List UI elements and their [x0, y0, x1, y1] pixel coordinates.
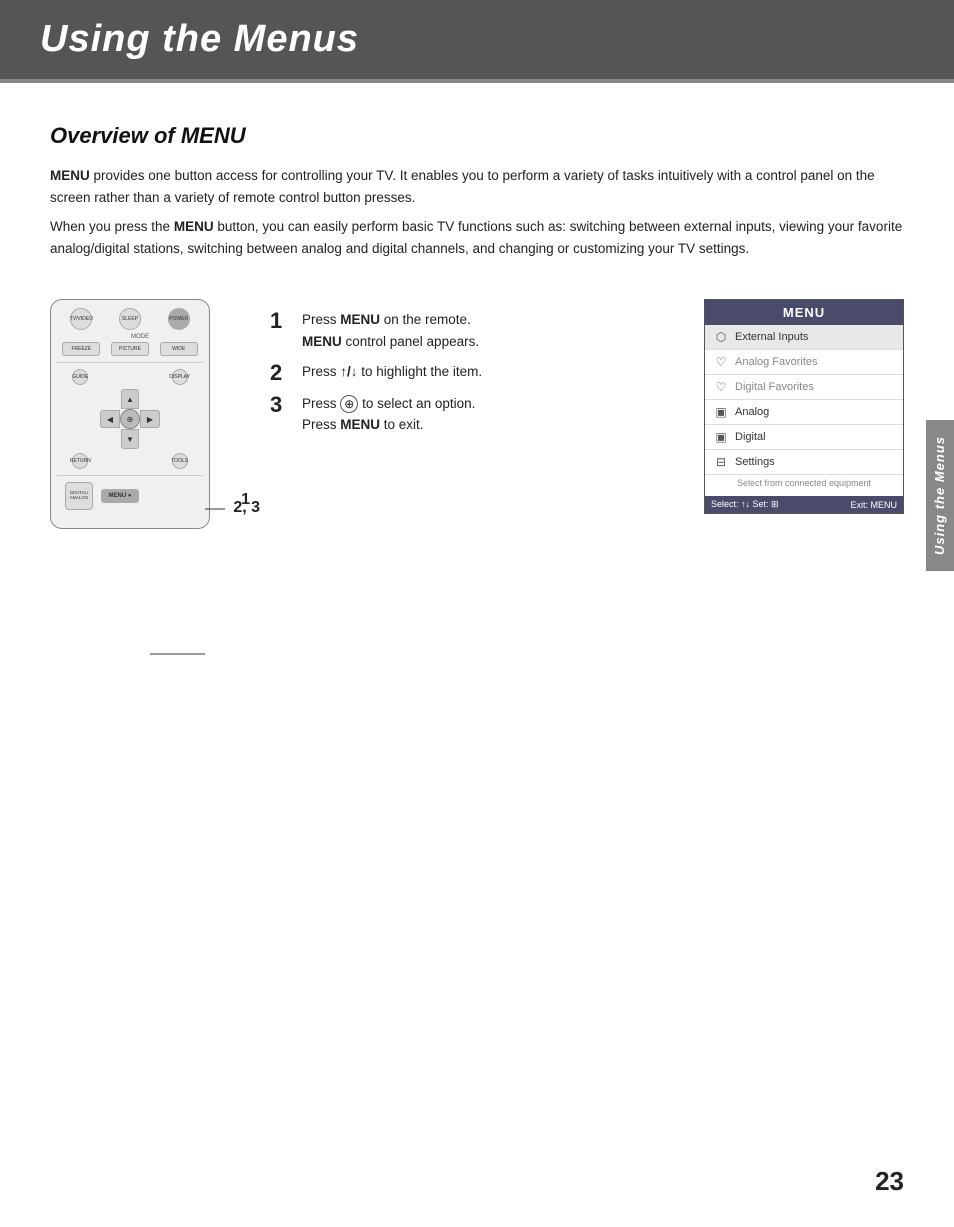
external-inputs-icon: ⬡: [713, 330, 729, 344]
mode-label-row: MODE: [57, 334, 203, 340]
page-number: 23: [875, 1166, 904, 1197]
menu-footer-exit: Exit: MENU: [850, 500, 897, 510]
digital-icon: ▣: [713, 430, 729, 444]
guide-btn: GUIDE: [72, 369, 88, 385]
digital-favorites-label: Digital Favorites: [735, 381, 814, 393]
analog-fav-icon: ♡: [713, 355, 729, 369]
picture-btn: PICTURE: [111, 342, 149, 356]
set-button-icon: ⊕: [340, 395, 358, 413]
body-paragraph-1: MENU provides one button access for cont…: [50, 165, 904, 208]
external-inputs-label: External Inputs: [735, 331, 808, 343]
dpad-center: ⊕: [120, 409, 140, 429]
menu-keyword-1: MENU: [50, 168, 90, 183]
settings-icon: ⊟: [713, 455, 729, 469]
step-2: 2 Press ↑/↓ to highlight the item.: [270, 361, 684, 385]
dpad-right: ▶: [140, 410, 160, 428]
digital-fav-icon: ♡: [713, 380, 729, 394]
menu-keyword-2: MENU: [174, 219, 214, 234]
remote-row-1: TV/VIDEO SLEEP POWER: [57, 308, 203, 330]
main-content: Overview of MENU MENU provides one butto…: [0, 83, 954, 569]
freeze-btn: FREEZE: [62, 342, 100, 356]
menu-item-digital: ▣ Digital: [705, 425, 903, 450]
section-title: Overview of MENU: [50, 123, 904, 149]
menu-panel-header: MENU: [705, 300, 903, 325]
digital-analog-btn: DIGITAL/ANALOG: [65, 482, 93, 510]
step-2-number: 2: [270, 361, 292, 385]
diagram-area: TV/VIDEO SLEEP POWER MODE FREEZE: [50, 299, 904, 529]
remote-divider: [57, 362, 203, 363]
remote-illustration: TV/VIDEO SLEEP POWER MODE FREEZE: [50, 299, 230, 529]
menu-item-settings: ⊟ Settings: [705, 450, 903, 475]
instructions-area: 1 Press MENU on the remote. MENU control…: [250, 299, 684, 444]
analog-favorites-label: Analog Favorites: [735, 356, 818, 368]
analog-icon: ▣: [713, 405, 729, 419]
digital-label: Digital: [735, 431, 766, 443]
step-1: 1 Press MENU on the remote. MENU control…: [270, 309, 684, 352]
menu-footer: Select: ↑↓ Set: ⊞ Exit: MENU: [705, 496, 903, 513]
remote-row-3: GUIDE DISPLAY: [57, 369, 203, 385]
menu-item-analog-favorites: ♡ Analog Favorites: [705, 350, 903, 375]
menu-item-analog: ▣ Analog: [705, 400, 903, 425]
body-paragraph-2: When you press the MENU button, you can …: [50, 216, 904, 259]
power-btn: POWER: [168, 308, 190, 330]
remote-divider-2: [57, 475, 203, 476]
dpad-down: ▼: [121, 429, 139, 449]
menu-btn: MENU ●: [101, 489, 139, 503]
menu-item-external-inputs: ⬡ External Inputs: [705, 325, 903, 350]
remote-row-5: RETURN TOOLS: [57, 453, 203, 469]
callout-1: 1: [241, 491, 250, 509]
settings-label: Settings: [735, 456, 775, 468]
menu-footer-select: Select: ↑↓ Set: ⊞: [711, 499, 779, 510]
page-title: Using the Menus: [40, 18, 914, 61]
wide-btn: WIDE: [160, 342, 198, 356]
dpad-up: ▲: [121, 389, 139, 409]
dpad: ▲ ▼ ◀ ▶ ⊕: [100, 389, 160, 449]
sleep-btn: SLEEP: [119, 308, 141, 330]
remote-row-2: FREEZE PICTURE WIDE: [57, 342, 203, 356]
header-banner: Using the Menus: [0, 0, 954, 79]
remote-control: TV/VIDEO SLEEP POWER MODE FREEZE: [50, 299, 210, 529]
display-btn: DISPLAY: [172, 369, 188, 385]
step-1-number: 1: [270, 309, 292, 333]
analog-label: Analog: [735, 406, 769, 418]
step-3-number: 3: [270, 393, 292, 417]
side-tab: Using the Menus: [926, 420, 954, 571]
return-btn: RETURN: [72, 453, 88, 469]
dpad-left: ◀: [100, 410, 120, 428]
step-2-text: Press ↑/↓ to highlight the item.: [302, 361, 482, 383]
menu-footer-row: Select: ↑↓ Set: ⊞ Exit: MENU: [711, 499, 897, 510]
tv-video-btn: TV/VIDEO: [70, 308, 92, 330]
menu-panel: MENU ⬡ External Inputs ♡ Analog Favorite…: [704, 299, 904, 514]
menu-item-digital-favorites: ♡ Digital Favorites: [705, 375, 903, 400]
menu-select-hint: Select from connected equipment: [705, 475, 903, 490]
step-1-text: Press MENU on the remote. MENU control p…: [302, 309, 479, 352]
remote-menu-row: DIGITAL/ANALOG MENU ●: [57, 482, 203, 510]
step-3: 3 Press ⊕ to select an option. Press MEN…: [270, 393, 684, 436]
step-3-text: Press ⊕ to select an option. Press MENU …: [302, 393, 475, 436]
tools-btn: TOOLS: [172, 453, 188, 469]
